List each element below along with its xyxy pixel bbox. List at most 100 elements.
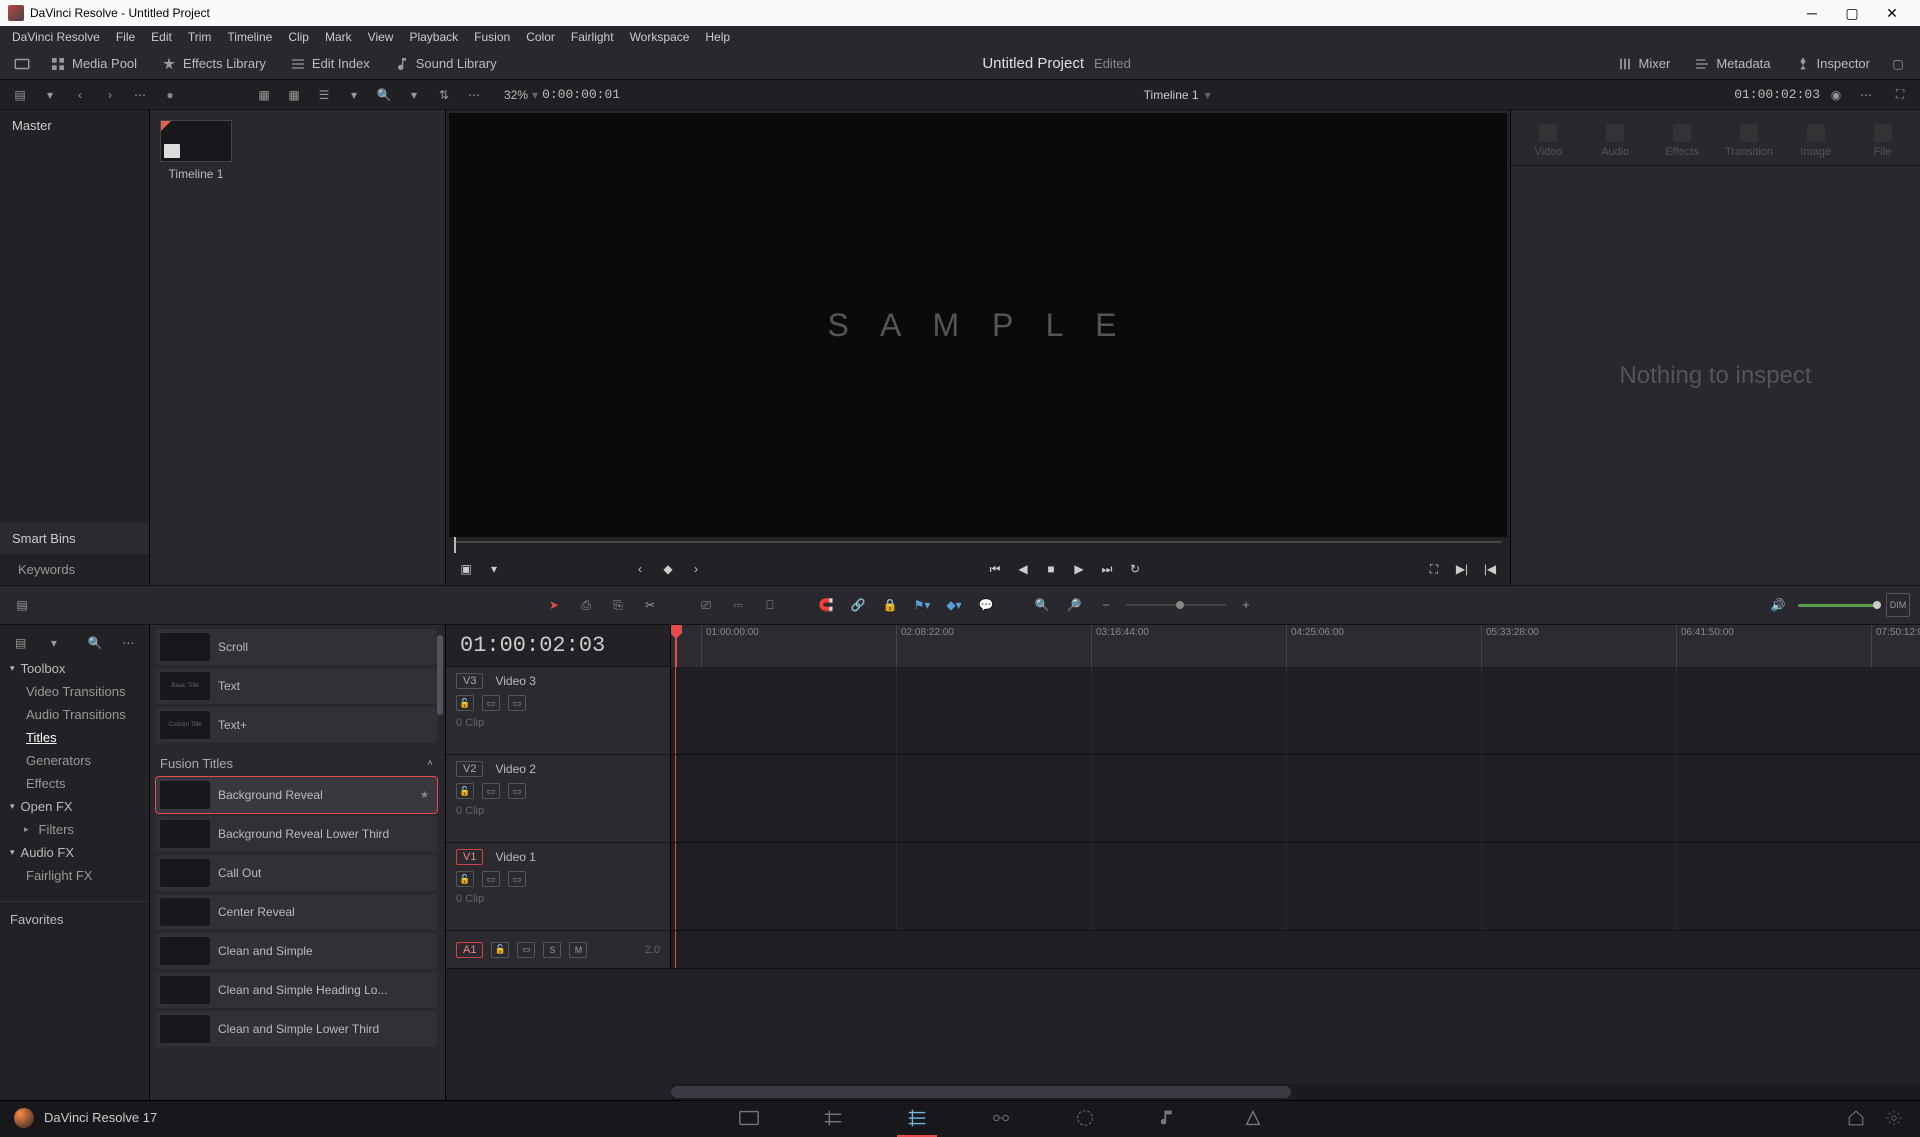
auto-select-icon[interactable]: ▭ bbox=[482, 871, 500, 887]
fullscreen-icon[interactable]: ⛶ bbox=[1424, 559, 1444, 579]
audiofx-category[interactable]: ▾Audio FX bbox=[0, 841, 149, 864]
nav-fwd-icon[interactable]: › bbox=[96, 81, 124, 109]
title-item-text[interactable]: Basic TitleText bbox=[156, 668, 437, 704]
menu-mark[interactable]: Mark bbox=[317, 28, 360, 46]
track-lane[interactable] bbox=[671, 843, 1920, 930]
timeline-scrollbar[interactable] bbox=[446, 1084, 1920, 1100]
zoom-detail-icon[interactable]: 🔎 bbox=[1062, 593, 1086, 617]
edit-page-icon[interactable] bbox=[905, 1106, 929, 1130]
volume-icon[interactable]: 🔊 bbox=[1766, 593, 1790, 617]
mute-button[interactable]: M bbox=[569, 942, 587, 958]
auto-select-icon[interactable]: ▭ bbox=[482, 695, 500, 711]
favorites-header[interactable]: Favorites bbox=[0, 901, 149, 937]
menu-workspace[interactable]: Workspace bbox=[622, 28, 698, 46]
menu-fusion[interactable]: Fusion bbox=[466, 28, 518, 46]
media-pool-grid[interactable]: Timeline 1 bbox=[150, 110, 446, 585]
next-edit-icon[interactable]: ▶| bbox=[1452, 559, 1472, 579]
track-badge[interactable]: A1 bbox=[456, 942, 483, 958]
fullscreen-icon[interactable]: ▢ bbox=[1884, 50, 1912, 78]
minimize-button[interactable]: ─ bbox=[1792, 0, 1832, 26]
deliver-page-icon[interactable] bbox=[1241, 1106, 1265, 1130]
media-page-icon[interactable] bbox=[737, 1106, 761, 1130]
stop-icon[interactable]: ■ bbox=[1041, 559, 1061, 579]
go-first-icon[interactable]: ⏮ bbox=[985, 559, 1005, 579]
menu-timeline[interactable]: Timeline bbox=[219, 28, 280, 46]
zoom-out-icon[interactable]: − bbox=[1094, 593, 1118, 617]
effects-library-button[interactable]: Effects Library bbox=[151, 52, 276, 76]
fusion-page-icon[interactable] bbox=[989, 1106, 1013, 1130]
title-item-scroll[interactable]: Scroll bbox=[156, 629, 437, 665]
insert-clip-icon[interactable]: ⎚ bbox=[694, 593, 718, 617]
next-marker-icon[interactable]: › bbox=[686, 559, 706, 579]
title-item-call-out[interactable]: Call Out bbox=[156, 855, 437, 891]
openfx-category[interactable]: ▾Open FX bbox=[0, 795, 149, 818]
lock-icon[interactable]: 🔓 bbox=[456, 871, 474, 887]
bypass-icon[interactable]: ◉ bbox=[1822, 81, 1850, 109]
track-badge[interactable]: V1 bbox=[456, 849, 483, 865]
effects-list[interactable]: Scroll Basic TitleText Custom TitleText+… bbox=[150, 625, 446, 1100]
import-media-icon[interactable] bbox=[8, 50, 36, 78]
inspector-button[interactable]: Inspector bbox=[1785, 52, 1880, 76]
settings-icon[interactable] bbox=[1882, 1106, 1906, 1130]
lock-icon[interactable]: 🔓 bbox=[491, 942, 509, 958]
title-item-clean-heading[interactable]: Clean and Simple Heading Lo... bbox=[156, 972, 437, 1008]
generators-category[interactable]: Generators bbox=[0, 749, 149, 772]
thumbnail-view-icon[interactable]: ▦ bbox=[250, 81, 278, 109]
edit-index-button[interactable]: Edit Index bbox=[280, 52, 380, 76]
favorite-star-icon[interactable]: ★ bbox=[420, 790, 429, 801]
marker-icon[interactable]: ◆ bbox=[658, 559, 678, 579]
grid-view-icon[interactable]: ▦ bbox=[280, 81, 308, 109]
timeline-name[interactable]: Timeline 1 bbox=[1144, 88, 1199, 102]
title-item-clean-lower[interactable]: Clean and Simple Lower Third bbox=[156, 1011, 437, 1047]
more-icon[interactable]: ⋯ bbox=[116, 629, 141, 657]
keywords-bin[interactable]: Keywords bbox=[0, 554, 149, 585]
fairlightfx-category[interactable]: Fairlight FX bbox=[0, 864, 149, 887]
effects-category[interactable]: Effects bbox=[0, 772, 149, 795]
solo-button[interactable]: S bbox=[543, 942, 561, 958]
chevron-down-icon[interactable]: ▾ bbox=[340, 81, 368, 109]
auto-select-icon[interactable]: ▭ bbox=[517, 942, 535, 958]
title-item-background-reveal[interactable]: Background Reveal★ bbox=[156, 777, 437, 813]
zoom-level[interactable]: 32% bbox=[504, 88, 528, 102]
toolbox-category[interactable]: ▾Toolbox bbox=[0, 657, 149, 680]
zoom-in-icon[interactable]: + bbox=[1234, 593, 1258, 617]
disable-icon[interactable]: ▭ bbox=[508, 695, 526, 711]
menu-clip[interactable]: Clip bbox=[280, 28, 317, 46]
scrollbar-thumb[interactable] bbox=[437, 635, 443, 715]
fusion-titles-header[interactable]: Fusion Titles˄ bbox=[156, 746, 437, 777]
maximize-button[interactable]: ▢ bbox=[1832, 0, 1872, 26]
menu-trim[interactable]: Trim bbox=[180, 28, 220, 46]
track-lane[interactable] bbox=[671, 931, 1920, 968]
title-item-center-reveal[interactable]: Center Reveal bbox=[156, 894, 437, 930]
filters-category[interactable]: ▸Filters bbox=[0, 818, 149, 841]
fairlight-page-icon[interactable] bbox=[1157, 1106, 1181, 1130]
play-icon[interactable]: ▶ bbox=[1069, 559, 1089, 579]
prev-edit-icon[interactable]: |◀ bbox=[1480, 559, 1500, 579]
menu-playback[interactable]: Playback bbox=[401, 28, 466, 46]
nav-back-icon[interactable]: ‹ bbox=[66, 81, 94, 109]
title-item-background-reveal-lower[interactable]: Background Reveal Lower Third bbox=[156, 816, 437, 852]
trim-tool-icon[interactable]: ⎙ bbox=[574, 593, 598, 617]
audio-transitions-category[interactable]: Audio Transitions bbox=[0, 703, 149, 726]
match-frame-icon[interactable]: ▣ bbox=[456, 559, 476, 579]
disable-icon[interactable]: ▭ bbox=[508, 871, 526, 887]
overwrite-clip-icon[interactable]: ⎓ bbox=[726, 593, 750, 617]
step-back-icon[interactable]: ◀ bbox=[1013, 559, 1033, 579]
timeline-timecode[interactable]: 01:00:02:03 bbox=[446, 625, 671, 667]
smart-bins-header[interactable]: Smart Bins bbox=[0, 523, 149, 554]
master-bin[interactable]: Master bbox=[0, 110, 149, 141]
viewer-canvas[interactable]: S A M P L E bbox=[449, 113, 1507, 537]
zoom-slider[interactable] bbox=[1126, 604, 1226, 606]
list-view-icon[interactable]: ☰ bbox=[310, 81, 338, 109]
search-icon[interactable]: 🔍 bbox=[83, 629, 108, 657]
timeline-clip[interactable]: Timeline 1 bbox=[160, 120, 232, 181]
track-badge[interactable]: V3 bbox=[456, 673, 483, 689]
sort-icon[interactable]: ⇅ bbox=[430, 81, 458, 109]
selection-tool-icon[interactable]: ➤ bbox=[542, 593, 566, 617]
menu-davinci[interactable]: DaVinci Resolve bbox=[4, 28, 108, 46]
chevron-down-icon[interactable]: ▾ bbox=[484, 559, 504, 579]
blade-tool-icon[interactable]: ✂ bbox=[638, 593, 662, 617]
menu-color[interactable]: Color bbox=[518, 28, 563, 46]
panel-view-icon[interactable]: ▤ bbox=[8, 629, 33, 657]
track-lane[interactable] bbox=[671, 667, 1920, 754]
